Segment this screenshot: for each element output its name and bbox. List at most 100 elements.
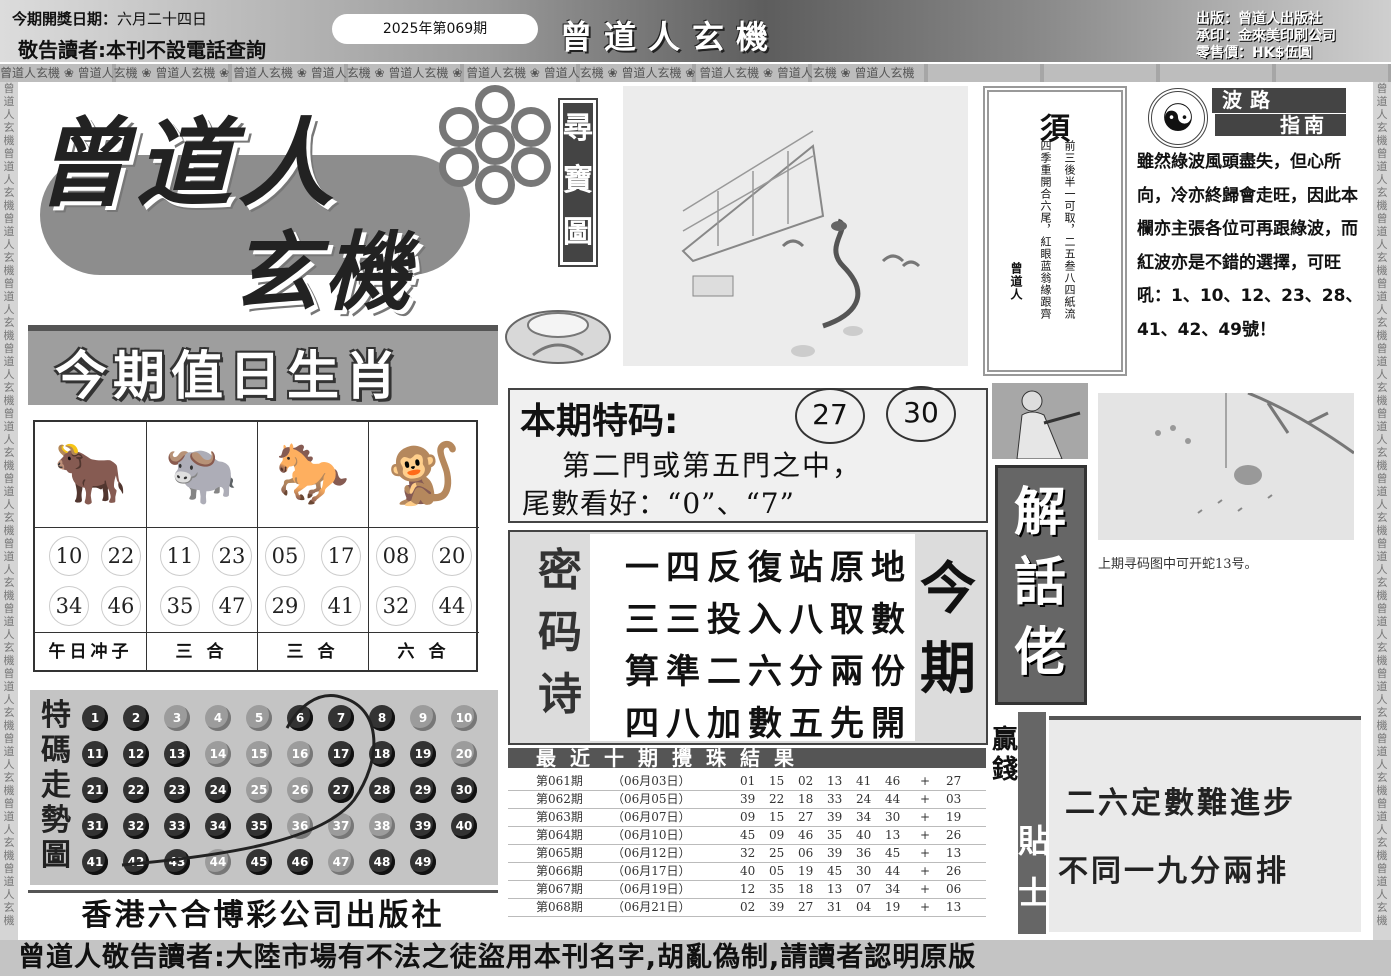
trend-title: 特碼走勢圖	[41, 698, 71, 873]
zodiac-relation: 三 合	[146, 632, 257, 671]
pattern-strip-char: 曾道人玄機	[3, 602, 15, 667]
pattern-strip-char: 曾道人玄機	[1376, 147, 1388, 212]
result-issue: 第064期	[536, 828, 583, 842]
monkey-icon: 🐒	[368, 422, 479, 528]
coins-icon	[435, 85, 555, 205]
number-ball: 19	[410, 741, 436, 767]
result-plus: +	[920, 792, 931, 806]
pattern-strip-char: 曾道人玄機	[3, 277, 15, 342]
result-number: 19	[885, 900, 901, 914]
ox-icon: 🐂	[35, 422, 146, 528]
result-number: 12	[740, 882, 756, 896]
result-number: 25	[769, 846, 785, 860]
result-plus: +	[920, 900, 931, 914]
pattern-strip-top: 曾道人玄機 ❀ 曾道人玄機 ❀ 曾道人玄機 ❀ 曾道人玄機 ❀ 曾道人玄機 ❀ …	[0, 64, 1391, 82]
result-number: 46	[885, 774, 901, 788]
result-number: 07	[856, 882, 872, 896]
treasure-map-label: 尋寶圖	[558, 98, 598, 267]
result-number: 40	[856, 828, 872, 842]
zodiac-number: 10	[49, 536, 89, 576]
zodiac-relation: 三 合	[257, 632, 368, 671]
pattern-strip-char: 曾道人玄機	[1376, 862, 1388, 927]
result-number: 39	[827, 810, 843, 824]
special-hint-1: 第二門或第五門之中，	[562, 449, 863, 482]
zodiac-number: 41	[321, 586, 361, 626]
result-number: 30	[885, 810, 901, 824]
pattern-strip-char: 曾道人玄機	[3, 732, 15, 797]
result-number: 09	[769, 828, 785, 842]
result-number: 34	[856, 810, 872, 824]
taiji-icon: ☯	[1148, 88, 1208, 148]
treasure-map-image	[623, 86, 968, 366]
zodiac-relation: 午日冲子	[35, 632, 146, 671]
zodiac-title: 今期值日生肖	[55, 347, 404, 407]
result-number: 27	[798, 810, 814, 824]
pattern-strip-char: 曾道人玄機	[1376, 82, 1388, 147]
pattern-strip-char: 曾道人玄機	[3, 82, 15, 147]
poem-line: 三三投入八取數	[625, 600, 912, 640]
zodiac-column: 🐃 11 23 35 47 三 合	[146, 422, 258, 670]
result-date: （06月19日）	[612, 882, 691, 896]
result-number: 15	[769, 774, 785, 788]
poem-side-label: 今期	[920, 557, 976, 702]
result-number: 44	[885, 864, 901, 878]
zodiac-number: 47	[212, 586, 252, 626]
result-date: （06月12日）	[612, 846, 691, 860]
monkey-painting-image	[1098, 393, 1354, 540]
result-special: 03	[946, 792, 962, 806]
zodiac-number: 29	[265, 586, 305, 626]
number-ball: 9	[410, 705, 436, 731]
draw-date: 今期開獎日期：六月二十四日	[12, 8, 207, 29]
pattern-strip-left: 曾道人玄機 曾道人玄機 曾道人玄機 曾道人玄機 曾道人玄機 曾道人玄機 曾道人玄機 曾道人玄機…	[0, 82, 18, 940]
result-special: 27	[946, 774, 962, 788]
horse-icon: 🐎	[257, 422, 368, 528]
result-number: 35	[769, 882, 785, 896]
tip-line: 二六定數難進步	[1065, 786, 1296, 821]
result-issue: 第063期	[536, 810, 583, 824]
result-number: 44	[885, 792, 901, 806]
result-number: 02	[798, 774, 814, 788]
zodiac-number: 17	[321, 536, 361, 576]
publisher-banner: 香港六合博彩公司出版社	[28, 890, 498, 936]
poem-label: 密码诗	[538, 545, 582, 720]
gold-ingot-icon	[505, 310, 611, 364]
zodiac-number: 46	[101, 586, 141, 626]
pattern-strip-char: 曾道人玄機	[1376, 277, 1388, 342]
result-number: 13	[885, 828, 901, 842]
pattern-strip-char: 曾道人玄機	[3, 862, 15, 927]
result-number: 13	[827, 882, 843, 896]
pattern-strip-char: 曾道人玄機	[1376, 407, 1388, 472]
pattern-strip-char: 曾道人玄機	[1376, 342, 1388, 407]
special-hint-2: 尾數看好：“0”、“7”	[522, 487, 795, 520]
tip-panel	[1049, 716, 1361, 932]
result-number: 27	[798, 900, 814, 914]
poem-line: 四八加數五先開	[625, 704, 912, 744]
zodiac-number: 34	[49, 586, 89, 626]
pattern-strip-char: 曾道人玄機	[1376, 602, 1388, 667]
wave-guide-text: 雖然綠波風頭盡失，但心所向，冷亦終歸會走旺，因此本欄亦主張各位可再跟綠波，而紅波…	[1137, 152, 1363, 340]
results-row: 第061期 （06月03日） 01 15 02 13 41 46 +27	[508, 772, 986, 791]
number-ball: 29	[410, 777, 436, 803]
result-number: 05	[769, 864, 785, 878]
number-ball: 39	[410, 813, 436, 839]
header-brand: 曾道人玄機	[560, 18, 781, 56]
result-special: 13	[946, 900, 962, 914]
result-number: 34	[885, 882, 901, 896]
result-number: 01	[740, 774, 756, 788]
result-date: （06月05日）	[612, 792, 691, 806]
zodiac-relation: 六 合	[368, 632, 479, 671]
result-number: 39	[769, 900, 785, 914]
results-row: 第063期 （06月07日） 09 15 27 39 34 30 +19	[508, 808, 986, 827]
result-special: 19	[946, 810, 962, 824]
pattern-strip-char: 曾道人玄機	[1376, 212, 1388, 277]
jiehua-title: 解話佬	[1013, 483, 1066, 683]
result-number: 15	[769, 810, 785, 824]
result-special: 13	[946, 846, 962, 860]
results-row: 第062期 （06月05日） 39 22 18 33 24 44 +03	[508, 790, 986, 809]
issue-number: 2025年第069期	[332, 14, 538, 44]
result-date: （06月21日）	[612, 900, 691, 914]
zodiac-number: 11	[160, 536, 200, 576]
zodiac-number: 44	[432, 586, 472, 626]
result-date: （06月10日）	[612, 828, 691, 842]
result-date: （06月07日）	[612, 810, 691, 824]
